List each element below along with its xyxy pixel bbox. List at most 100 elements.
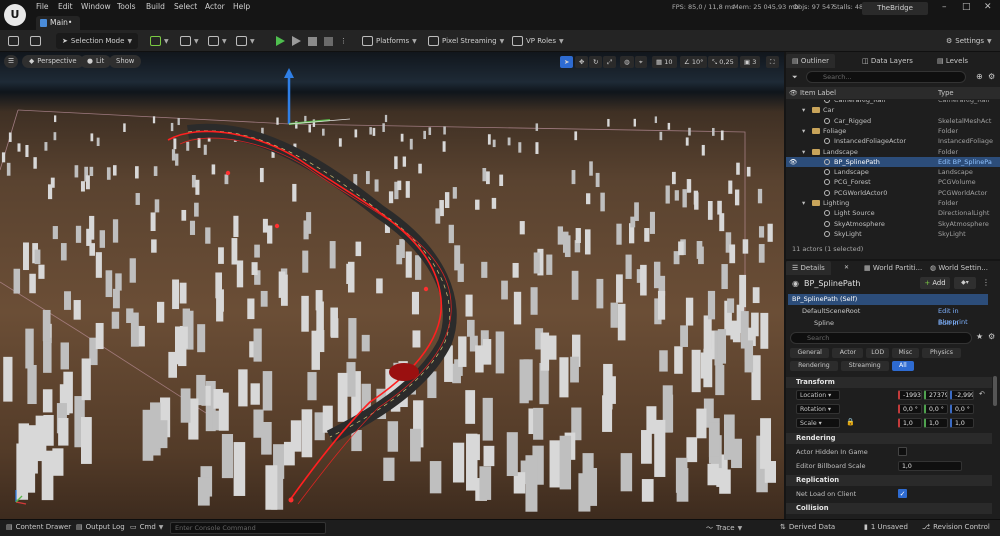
rotation-y-field[interactable]: 0,0 ° xyxy=(924,404,948,414)
platforms-dropdown[interactable]: Platforms ▼ xyxy=(362,33,417,49)
cinematics-button[interactable]: ▼ xyxy=(208,33,227,49)
lock-icon[interactable]: 🔒 xyxy=(846,418,855,426)
filter-misc-button[interactable]: Misc xyxy=(892,348,919,358)
grid-snap-button[interactable]: ▦ 10 xyxy=(652,56,677,68)
star-icon[interactable]: ★ xyxy=(976,332,983,341)
outliner-row[interactable]: ▾ Car xyxy=(786,105,1000,115)
billboard-scale-field[interactable]: 1,0 xyxy=(898,461,962,471)
blueprint-button[interactable]: ▼ xyxy=(180,33,199,49)
close-tab-icon[interactable]: ✕ xyxy=(844,264,849,271)
item-label-column[interactable]: Item Label xyxy=(800,87,836,99)
translate-tool-button[interactable]: ✥ xyxy=(575,56,589,68)
level-viewport[interactable]: ☰ ◆ Perspective ● Lit Show ➤ ✥ ↻ ⤢ ◍ ⌖ ▦ 1… xyxy=(0,52,784,519)
outliner-row[interactable]: Car_Rigged SkeletalMeshAct xyxy=(786,116,1000,126)
output-log-button[interactable]: ▤ Output Log xyxy=(76,523,125,531)
net-load-checkbox[interactable]: ✓ xyxy=(898,489,907,498)
outliner-row[interactable]: Landscape Landscape xyxy=(786,167,1000,177)
component-row[interactable]: BP_SplinePath (Self) xyxy=(788,294,988,305)
details-search-input[interactable]: Search xyxy=(790,332,972,344)
filter-icon[interactable]: ⏷ xyxy=(792,73,798,82)
tab-levels[interactable]: ▤ Levels xyxy=(931,54,974,68)
maximize-viewport-button[interactable]: ⛶ xyxy=(766,56,779,68)
maximize-icon[interactable]: □ xyxy=(962,2,971,12)
location-x-field[interactable]: -1993( xyxy=(898,390,922,400)
expand-arrow-icon[interactable]: ▾ xyxy=(802,105,805,115)
location-z-field[interactable]: -2,999( xyxy=(950,390,974,400)
tab-details[interactable]: ☰ Details xyxy=(786,261,831,275)
tab-outliner[interactable]: ▤ Outliner xyxy=(786,54,836,68)
menu-edit[interactable]: Edit xyxy=(58,2,73,11)
edit-in-blueprint-link[interactable]: Edit in Blueprint xyxy=(938,318,988,328)
gizmo-x-axis[interactable] xyxy=(288,118,351,125)
cmd-dropdown[interactable]: ▭ Cmd ▼ xyxy=(130,523,163,531)
spline-point[interactable] xyxy=(423,286,429,292)
tab-main[interactable]: Main• xyxy=(36,16,81,30)
vp-roles-dropdown[interactable]: VP Roles ▼ xyxy=(512,33,564,49)
rotation-snap-button[interactable]: ∠ 10° xyxy=(680,56,708,68)
menu-select[interactable]: Select xyxy=(174,2,197,11)
menu-window[interactable]: Window xyxy=(81,2,111,11)
rotation-z-field[interactable]: 0,0 ° xyxy=(950,404,974,414)
viewport-menu-button[interactable]: ☰ xyxy=(4,55,19,68)
scale-x-field[interactable]: 1,0 xyxy=(898,418,922,428)
selection-mode-dropdown[interactable]: ➤ Selection Mode ▼ xyxy=(56,33,139,49)
rotate-tool-button[interactable]: ↻ xyxy=(589,56,603,68)
scene-render[interactable] xyxy=(0,52,784,519)
car[interactable] xyxy=(389,363,419,381)
blueprint-options-button[interactable]: ◆▾ xyxy=(954,277,976,289)
type-column[interactable]: Type xyxy=(938,87,954,99)
content-button[interactable] xyxy=(30,33,41,49)
scale-y-field[interactable]: 1,0 xyxy=(924,418,948,428)
filter-all-button[interactable]: All xyxy=(891,361,915,371)
add-icon[interactable]: ⊕ xyxy=(976,72,983,81)
camera-speed-button[interactable]: ▣ 3 xyxy=(740,56,761,68)
coord-system-button[interactable]: ◍ xyxy=(620,56,634,68)
reset-icon[interactable]: ↶ xyxy=(979,390,985,398)
rotation-x-field[interactable]: 0,0 ° xyxy=(898,404,922,414)
outliner-row[interactable]: InstancedFoliageActor InstancedFoliage xyxy=(786,136,1000,146)
spline-point[interactable] xyxy=(288,497,294,503)
select-tool-button[interactable]: ➤ xyxy=(560,56,574,68)
actor-hidden-checkbox[interactable] xyxy=(898,447,907,456)
add-component-button[interactable]: + Add xyxy=(920,277,950,289)
close-icon[interactable]: ✕ xyxy=(984,2,992,12)
rendering-section[interactable]: Rendering xyxy=(786,433,992,444)
outliner-row[interactable]: SkyLight SkyLight xyxy=(786,229,1000,239)
scale-tool-button[interactable]: ⤢ xyxy=(603,56,617,68)
content-drawer-button[interactable]: ▤ Content Drawer xyxy=(6,523,71,531)
eject-button[interactable] xyxy=(324,33,333,49)
menu-help[interactable]: Help xyxy=(233,2,250,11)
expand-arrow-icon[interactable]: ▾ xyxy=(802,126,805,136)
scale-snap-button[interactable]: ⤡ 0,25 xyxy=(708,56,738,68)
save-button[interactable] xyxy=(8,33,19,49)
filter-general-button[interactable]: General xyxy=(790,348,830,358)
show-button[interactable]: Show xyxy=(109,55,142,68)
outliner-row[interactable]: Light Source DirectionalLight xyxy=(786,208,1000,218)
console-command-input[interactable]: Enter Console Command xyxy=(170,522,326,534)
outliner-row[interactable]: ▾ Landscape Folder xyxy=(786,147,1000,157)
scale-z-field[interactable]: 1,0 xyxy=(950,418,974,428)
play-options-button[interactable]: ⋮ xyxy=(340,33,347,49)
replication-section[interactable]: Replication xyxy=(786,475,992,486)
settings-gear-icon[interactable]: ⚙ xyxy=(988,72,995,81)
component-row[interactable]: DefaultSceneRoot Edit in Blueprint xyxy=(788,306,988,326)
outliner-row[interactable]: 👁 BP_SplinePath Edit BP_SplinePa xyxy=(786,156,1000,168)
outliner-row[interactable]: ▾ Lighting Folder xyxy=(786,198,1000,208)
trace-dropdown[interactable]: 〜 Trace ▼ xyxy=(706,523,742,533)
location-dropdown[interactable]: Location ▾ xyxy=(796,390,840,400)
expand-arrow-icon[interactable]: ▾ xyxy=(802,198,805,208)
stop-button[interactable] xyxy=(308,33,317,49)
menu-actor[interactable]: Actor xyxy=(205,2,225,11)
lit-button[interactable]: ● Lit xyxy=(80,55,112,68)
outliner-row[interactable]: ▾ Foliage Folder xyxy=(786,126,1000,136)
play-button[interactable] xyxy=(276,33,285,49)
add-actor-button[interactable]: ▼ xyxy=(150,33,169,49)
visibility-eye-icon[interactable]: 👁 xyxy=(789,157,797,167)
outliner-search-input[interactable]: Search... xyxy=(806,71,966,83)
settings-gear-icon[interactable]: ⚙ xyxy=(988,332,995,341)
tab-data-layers[interactable]: ◫ Data Layers xyxy=(856,54,919,68)
tab-world-partition[interactable]: ▦ World Partiti... xyxy=(858,261,928,275)
more-icon[interactable]: ⋮ xyxy=(982,278,990,287)
expand-arrow-icon[interactable]: ▾ xyxy=(802,147,805,157)
component-row[interactable]: Spline Edit in Blueprint xyxy=(788,318,988,328)
